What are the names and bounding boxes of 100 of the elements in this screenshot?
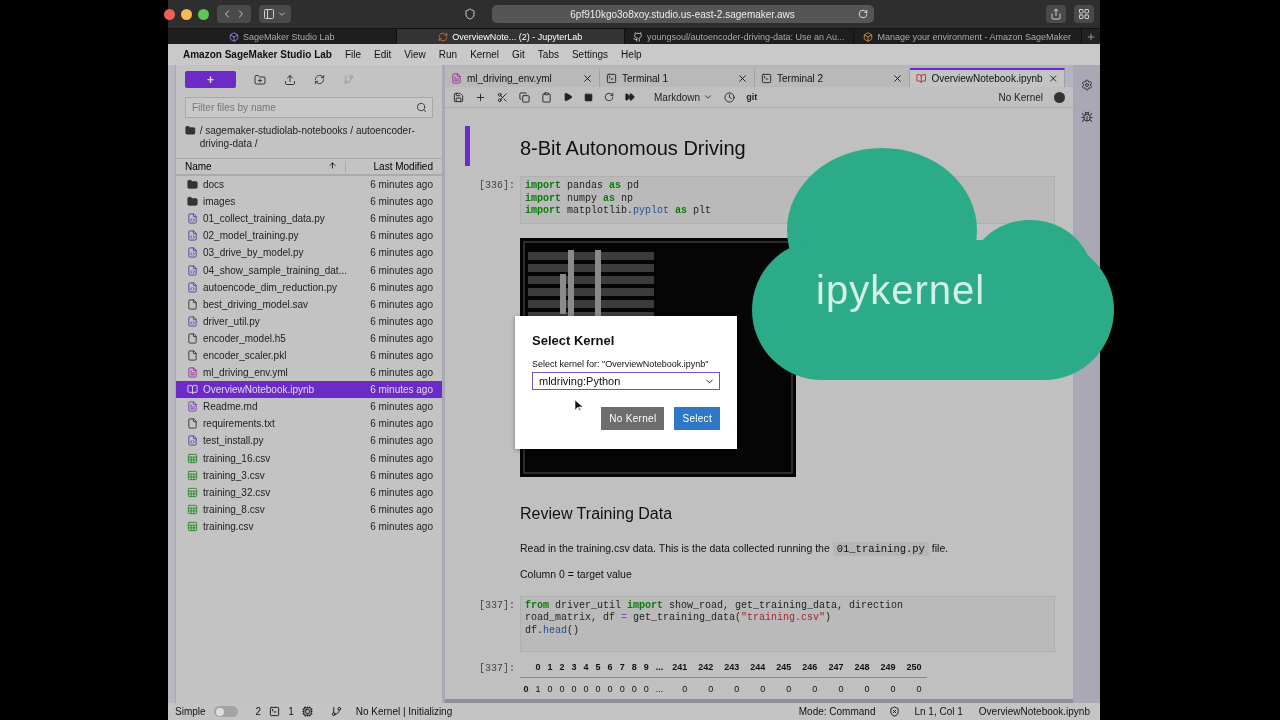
file-name: training_3.csv [203, 469, 266, 481]
table-cell: 0 [874, 677, 901, 694]
file-row[interactable]: OverviewNotebook.ipynb 6 minutes ago [176, 381, 442, 399]
copy-icon[interactable] [519, 91, 530, 103]
sidebar-button[interactable] [259, 5, 291, 23]
tab-overview-button[interactable] [1074, 5, 1094, 23]
editor-tab[interactable]: OverviewNotebook.ipynb [910, 68, 1065, 87]
file-row[interactable]: encoder_scaler.pkl 6 minutes ago [176, 346, 442, 365]
no-kernel-button[interactable]: No Kernel [601, 407, 665, 430]
spreadsheet-icon [187, 486, 198, 498]
browser-tab[interactable]: OverviewNote... (2) - JupyterLab [396, 29, 625, 44]
upload-icon[interactable] [284, 73, 296, 86]
stop-icon[interactable] [584, 92, 593, 102]
browser-tab[interactable]: Manage your environment - Amazon SageMaker [853, 29, 1082, 44]
search-icon [416, 102, 427, 113]
file-row[interactable]: 04_show_sample_training_dat... 6 minutes ago [176, 261, 442, 279]
close-icon[interactable] [582, 73, 593, 84]
share-button[interactable] [1046, 5, 1066, 23]
menu-item[interactable]: Tabs [537, 49, 559, 60]
file-row[interactable]: encoder_model.h5 6 minutes ago [176, 329, 442, 347]
reload-icon[interactable] [857, 9, 868, 19]
file-name: 04_show_sample_training_dat... [203, 264, 348, 276]
menu-item[interactable]: Kernel [470, 49, 500, 60]
column-header: 245 [770, 658, 797, 677]
file-row[interactable]: test_install.py 6 minutes ago [176, 432, 442, 450]
menu-item[interactable]: Run [438, 49, 458, 60]
app-title: Amazon SageMaker Studio Lab [183, 49, 332, 60]
kernel-name[interactable]: No Kernel [998, 91, 1043, 103]
close-icon[interactable] [892, 73, 903, 84]
chip-icon[interactable] [301, 706, 313, 717]
cell-type-dropdown[interactable]: Markdown [654, 91, 714, 103]
new-tab-icon[interactable] [1086, 31, 1096, 42]
add-cell-icon[interactable] [475, 91, 486, 103]
run-icon[interactable] [563, 92, 573, 102]
file-row[interactable]: autoencode_dim_reduction.py 6 minutes ago [176, 278, 442, 296]
git-button[interactable]: git [746, 92, 758, 102]
file-row[interactable]: images 6 minutes ago [176, 193, 442, 211]
new-launcher-button[interactable]: + [185, 71, 236, 88]
bug-icon[interactable] [1080, 111, 1093, 123]
address-bar[interactable]: 6pf910kgo3o8xoy.studio.us-east-2.sagemaker.aws [491, 5, 874, 23]
file-row[interactable]: driver_util.py 6 minutes ago [176, 312, 442, 330]
file-name: driver_util.py [203, 315, 261, 327]
cell-collapser[interactable] [465, 126, 470, 166]
editor-tab[interactable]: ml_driving_env.yml [445, 68, 600, 87]
kernel-status[interactable]: No Kernel | Initializing [355, 706, 453, 717]
file-row[interactable]: requirements.txt 6 minutes ago [176, 415, 442, 433]
close-icon[interactable] [1047, 73, 1058, 84]
file-row[interactable]: 01_collect_training_data.py 6 minutes ago [176, 210, 442, 228]
file-row[interactable]: 02_model_training.py 6 minutes ago [176, 227, 442, 245]
shield-icon[interactable] [889, 706, 901, 717]
file-row[interactable]: training_16.csv 6 minutes ago [176, 449, 442, 467]
close-window-button[interactable] [164, 8, 175, 20]
zoom-window-button[interactable] [198, 8, 209, 20]
cut-icon[interactable] [497, 91, 508, 103]
shield-icon[interactable] [463, 8, 476, 20]
file-row[interactable]: best_driving_model.sav 6 minutes ago [176, 295, 442, 313]
column-header[interactable]: Name [176, 161, 346, 172]
file-row[interactable]: training_8.csv 6 minutes ago [176, 500, 442, 518]
menu-item[interactable]: Git [512, 49, 525, 60]
code-cell[interactable]: from driver_util import show_road, get_training_data, direction road_matrix, df = get_training_data("training.csv") df.head() [520, 595, 1055, 652]
back-forward-button[interactable] [217, 5, 251, 23]
git-icon[interactable] [330, 706, 342, 717]
file-row[interactable]: training.csv 6 minutes ago [176, 517, 442, 535]
column-header[interactable]: Last Modified [346, 161, 442, 172]
browser-tab[interactable]: youngsoul/autoencoder-driving-data: Use an Au... [625, 29, 854, 44]
terminal-icon[interactable] [269, 706, 281, 717]
filter-field[interactable]: Filter files by name [185, 97, 433, 118]
file-name: training_8.csv [203, 503, 266, 515]
command-mode[interactable]: Mode: Command [798, 706, 876, 717]
menu-item[interactable]: Help [621, 49, 642, 60]
refresh-icon[interactable] [314, 74, 325, 85]
menu-item[interactable]: View [404, 49, 426, 60]
menu-item[interactable]: Edit [374, 49, 392, 60]
file-row[interactable]: docs 6 minutes ago [176, 176, 442, 194]
breadcrumb-path[interactable]: / sagemaker-studiolab-notebooks / autoencoder-driving-data / [199, 124, 433, 150]
close-icon[interactable] [737, 73, 748, 84]
kernel-select[interactable]: mldriving:Python [532, 372, 720, 390]
menu-item[interactable]: Settings [571, 49, 609, 60]
run-all-icon[interactable] [625, 92, 635, 102]
clock-icon[interactable] [724, 91, 736, 103]
menu-item[interactable]: File [344, 49, 362, 60]
editor-tab[interactable]: Terminal 2 [755, 68, 910, 87]
settings-icon[interactable] [1080, 79, 1093, 91]
select-button[interactable]: Select [674, 407, 720, 430]
file-name: autoencode_dim_reduction.py [203, 281, 338, 293]
new-folder-icon[interactable] [254, 73, 266, 86]
editor-tab[interactable]: Terminal 1 [600, 68, 755, 87]
file-row[interactable]: ml_driving_env.yml 6 minutes ago [176, 364, 442, 382]
simple-mode-toggle[interactable] [213, 706, 238, 717]
save-icon[interactable] [453, 91, 464, 103]
file-row[interactable]: training_3.csv 6 minutes ago [176, 466, 442, 484]
modified-time: 6 minutes ago [370, 298, 433, 310]
browser-tab[interactable]: SageMaker Studio Lab [168, 29, 397, 44]
restart-icon[interactable] [604, 92, 614, 102]
paste-icon[interactable] [541, 91, 552, 103]
file-row[interactable]: Readme.md 6 minutes ago [176, 398, 442, 416]
file-row[interactable]: training_32.csv 6 minutes ago [176, 483, 442, 501]
cursor-position[interactable]: Ln 1, Col 1 [914, 706, 963, 717]
file-row[interactable]: 03_drive_by_model.py 6 minutes ago [176, 244, 442, 262]
minimize-window-button[interactable] [181, 8, 192, 20]
